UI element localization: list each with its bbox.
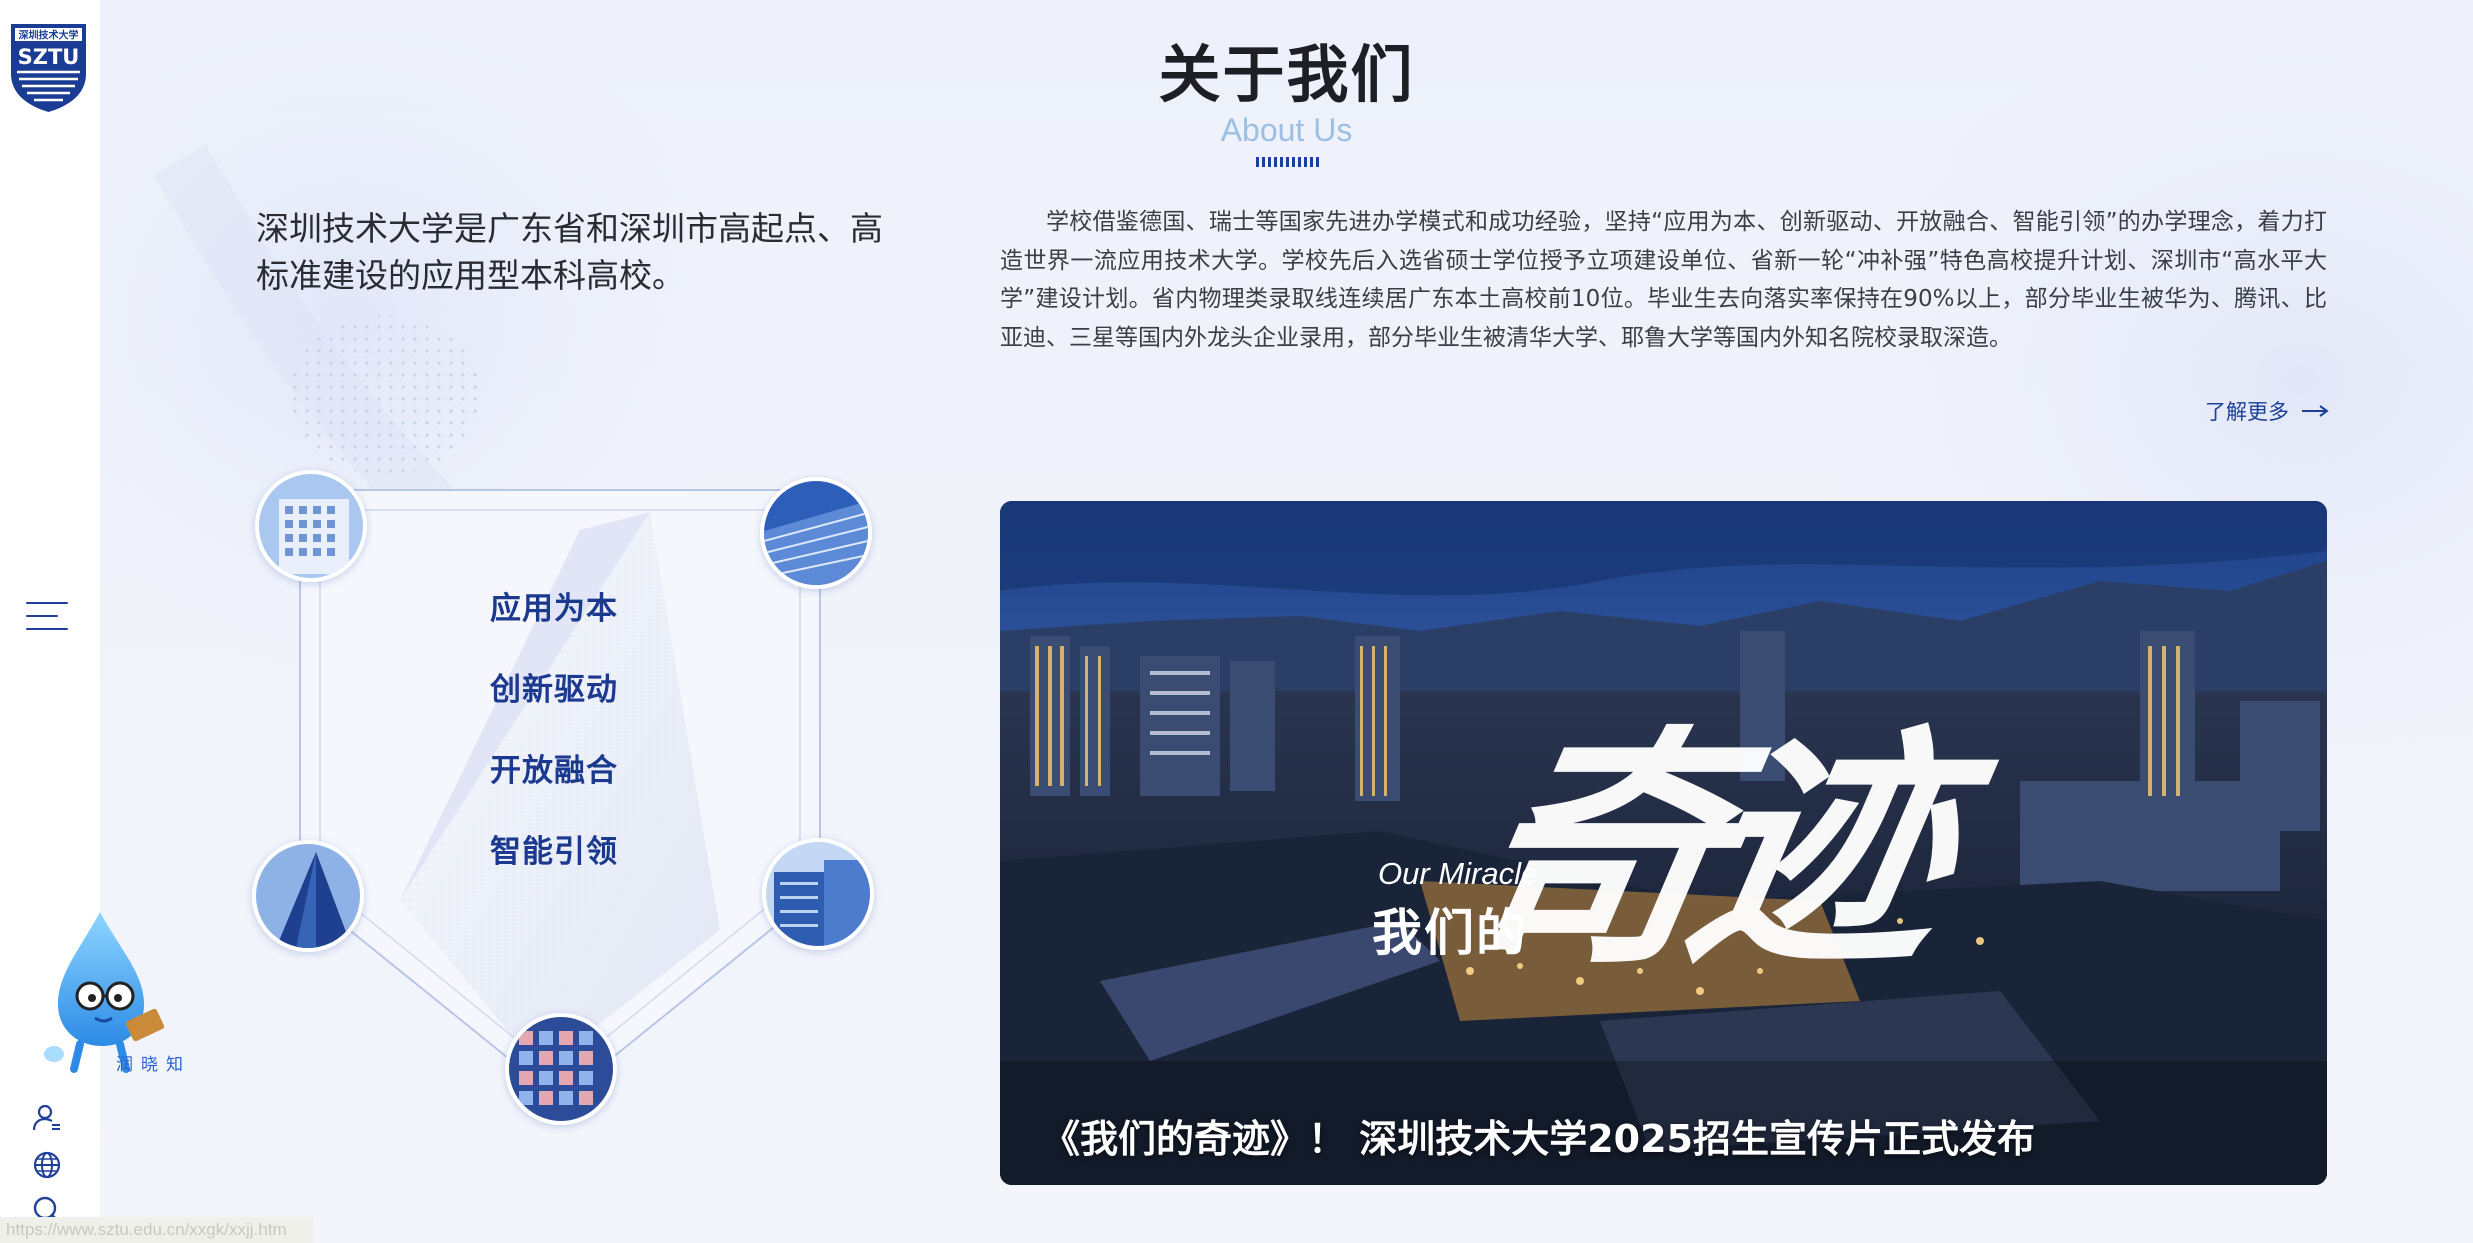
mascot-label: 润晓知 <box>116 1055 191 1075</box>
building-photo <box>760 477 872 589</box>
left-sidebar: 深圳技术大学 SZTU 润晓知 <box>0 0 183 1243</box>
motto-item: 创新驱动 <box>490 672 618 708</box>
arrow-right-icon <box>2302 405 2329 417</box>
motto-item: 开放融合 <box>490 753 618 789</box>
intro-body-text: 学校借鉴德国、瑞士等国家先进办学模式和成功经验，坚持“应用为本、创新驱动、开放融… <box>1000 209 2327 351</box>
user-icon[interactable] <box>30 1102 64 1136</box>
learn-more-label: 了解更多 <box>2205 400 2289 424</box>
promo-video-card[interactable]: 奇迹 Our Miracle 我们的 《我们的奇迹》！ 深圳技术大学2025招生… <box>1000 501 2327 1185</box>
menu-icon[interactable] <box>26 602 68 632</box>
video-overlay-cn: 我们的 <box>1372 904 1528 962</box>
motto-item: 智能引领 <box>490 834 618 870</box>
logo-top-text: 深圳技术大学 <box>19 29 79 42</box>
logo-abbr: SZTU <box>18 45 80 69</box>
building-photo <box>762 838 874 950</box>
motto-item: 应用为本 <box>490 591 618 627</box>
video-overlay-en: Our Miracle <box>1378 856 1539 891</box>
mascot-illustration[interactable] <box>40 904 180 1074</box>
video-caption[interactable]: 《我们的奇迹》！ 深圳技术大学2025招生宣传片正式发布 <box>1042 1108 2035 1163</box>
page-title: 关于我们 <box>1158 38 1415 111</box>
intro-lead-text: 深圳技术大学是广东省和深圳市高起点、高标准建设的应用型本科高校。 <box>256 209 883 295</box>
globe-icon[interactable] <box>30 1148 64 1182</box>
learn-more-link[interactable]: 了解更多 <box>2205 393 2335 429</box>
motto-diagram: 应用为本 创新驱动 开放融合 智能引领 <box>250 460 890 1130</box>
building-photo <box>252 840 364 952</box>
title-decoration <box>1256 157 1322 167</box>
school-logo[interactable]: 深圳技术大学 SZTU <box>9 22 88 114</box>
building-photo <box>505 1013 617 1125</box>
building-photo <box>255 470 367 582</box>
page-subtitle: About Us <box>1220 112 1353 148</box>
status-bar-url: https://www.sztu.edu.cn/xxgk/xxjj.htm <box>0 1217 313 1243</box>
